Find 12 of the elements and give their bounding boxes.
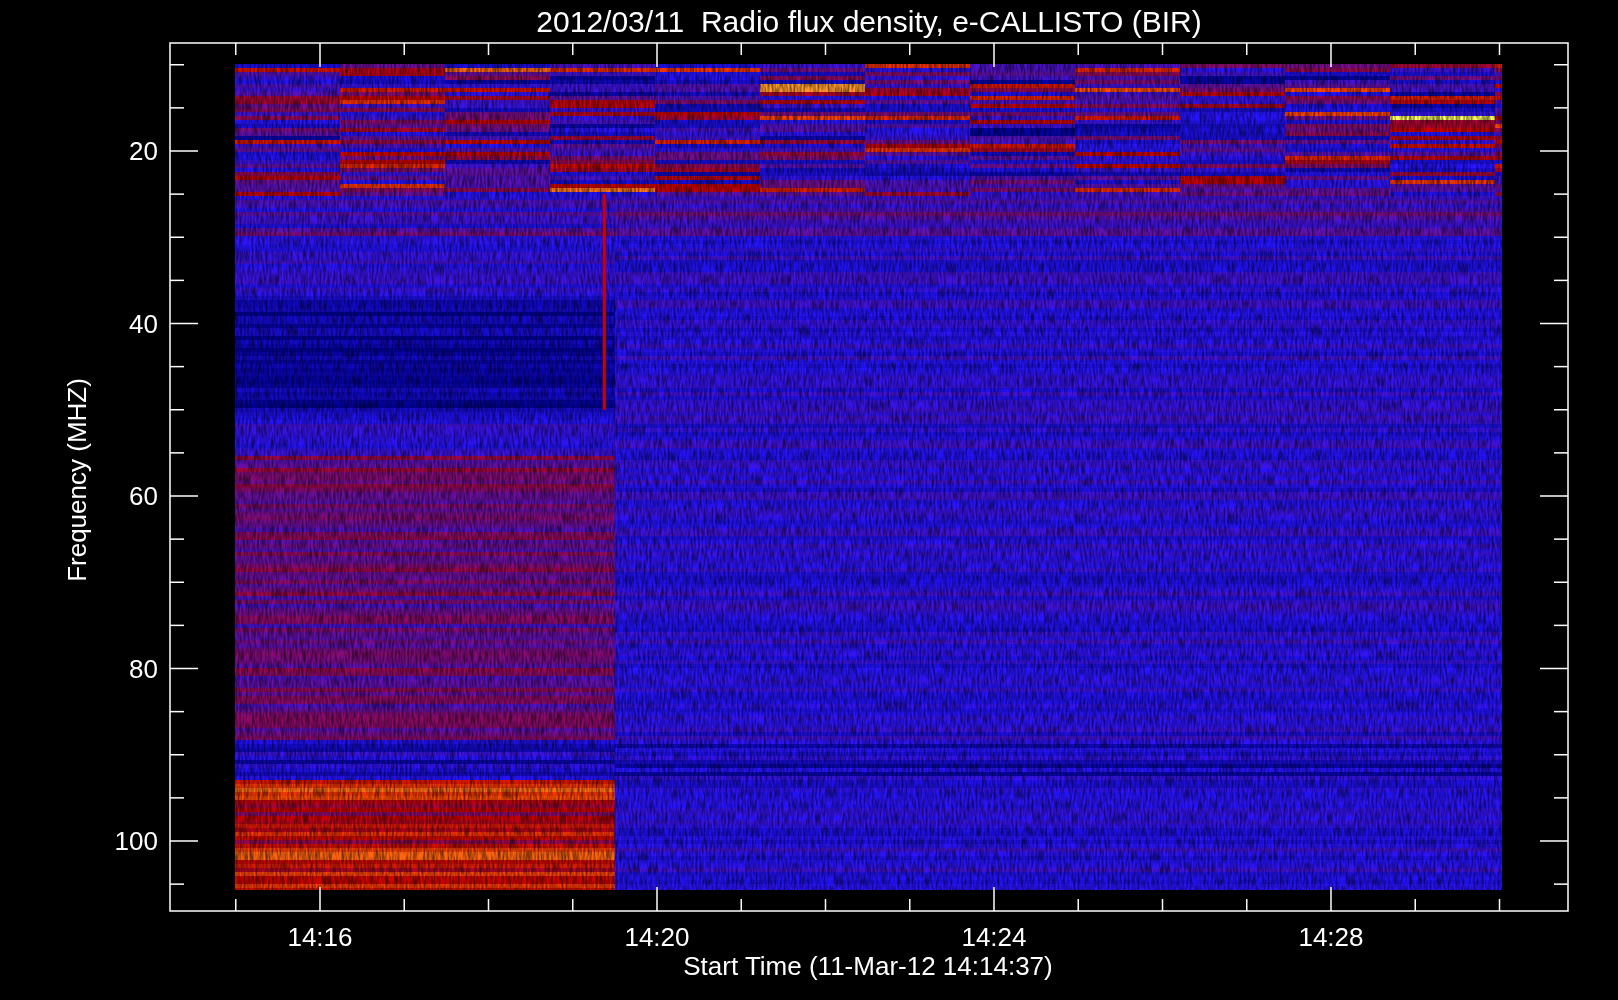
- y-axis-label: Frequency (MHZ): [62, 378, 92, 582]
- x-tick-label: 14:20: [624, 922, 690, 952]
- y-tick-label: 20: [129, 136, 158, 166]
- y-tick-label: 60: [129, 481, 158, 511]
- x-axis-label: Start Time (11-Mar-12 14:14:37): [683, 951, 1053, 981]
- y-tick-label: 40: [129, 308, 158, 339]
- x-tick-label: 14:28: [1298, 922, 1364, 952]
- chart-title: 2012/03/11 Radio flux density, e-CALLISTO (BIR): [536, 5, 1202, 38]
- x-tick-label: 14:16: [287, 922, 353, 952]
- y-tick-label: 80: [129, 653, 158, 684]
- y-tick-label: 100: [114, 826, 158, 856]
- x-tick-label: 14:24: [961, 922, 1027, 952]
